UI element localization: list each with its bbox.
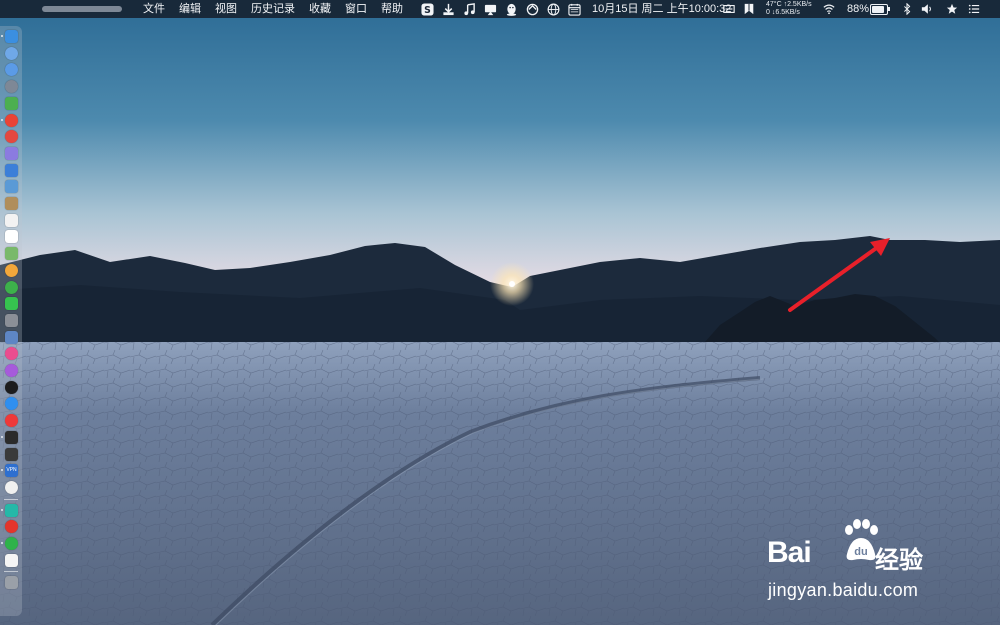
menu-edit[interactable]: 编辑	[172, 0, 208, 18]
menu-view[interactable]: 视图	[208, 0, 244, 18]
notes-app-icon[interactable]	[5, 146, 18, 160]
maps-icon[interactable]	[5, 247, 18, 261]
calendar-icon[interactable]	[567, 2, 581, 16]
podcasts-icon[interactable]	[5, 364, 18, 377]
svg-text:S: S	[424, 5, 431, 16]
upload-speed: ↑2.5KB/s	[783, 1, 812, 8]
display-icon[interactable]	[722, 2, 736, 16]
wechat-icon[interactable]	[5, 537, 18, 550]
watermark-url: jingyan.baidu.com	[768, 580, 919, 600]
qq-icon[interactable]	[504, 2, 518, 16]
watermark-brand: Bai	[767, 536, 812, 569]
android-studio-icon[interactable]	[5, 96, 18, 110]
contacts-icon[interactable]	[5, 197, 18, 210]
facetime-icon[interactable]	[5, 297, 18, 311]
system-prefs-icon[interactable]	[5, 313, 18, 327]
airdrop-icon[interactable]	[5, 330, 18, 344]
sogou-input-icon[interactable]: S	[420, 2, 434, 16]
sync-icon[interactable]	[525, 2, 539, 16]
annotation-arrow	[788, 238, 890, 312]
feishu-icon[interactable]	[5, 503, 18, 517]
activity-monitor-icon[interactable]	[5, 447, 18, 461]
apple-tv-icon[interactable]	[5, 380, 18, 394]
calendar-app-icon[interactable]	[5, 213, 18, 227]
dock-running-indicator	[1, 435, 3, 438]
globe-icon[interactable]	[546, 2, 560, 16]
dock-separator	[4, 498, 18, 500]
wifi-icon[interactable]	[822, 2, 836, 16]
dock: VPN	[0, 26, 22, 616]
menu-bar: 文件 编辑 视图 历史记录 收藏 窗口 帮助 S 10月15日 周二 上午10:…	[0, 0, 1000, 18]
baidu-jingyan-watermark: du Bai 经验 jingyan.baidu.com	[765, 516, 950, 606]
menu-help[interactable]: 帮助	[374, 0, 410, 18]
dock-running-indicator	[1, 469, 3, 472]
download-speed: ↓6.5KB/s	[771, 9, 800, 16]
app-name-redacted[interactable]	[42, 6, 122, 12]
menu-history[interactable]: 历史记录	[244, 0, 302, 18]
finder-icon[interactable]	[5, 30, 18, 43]
chrome-icon[interactable]	[5, 113, 18, 127]
xcode-icon[interactable]	[5, 163, 18, 177]
vpn-icon[interactable]: VPN	[5, 464, 18, 478]
list-icon[interactable]	[967, 2, 981, 16]
battery-level-fill	[872, 6, 884, 13]
docs-icon[interactable]	[5, 553, 18, 567]
reminders-icon[interactable]	[5, 230, 18, 244]
bookmark-icon[interactable]	[742, 2, 756, 16]
stat-zero: 0	[766, 9, 770, 16]
netease-music-icon[interactable]	[5, 520, 18, 534]
volume-icon[interactable]	[920, 2, 934, 16]
messages-icon[interactable]	[5, 280, 18, 294]
watermark-product: 经验	[875, 547, 923, 574]
launchpad-icon[interactable]	[5, 80, 18, 94]
battery-nub	[888, 7, 890, 11]
terminal-icon[interactable]	[5, 430, 18, 444]
dock-running-indicator	[1, 542, 3, 544]
music-icon[interactable]	[462, 2, 476, 16]
vivaldi-icon[interactable]	[5, 414, 18, 428]
preview-icon[interactable]	[5, 180, 18, 194]
yandex-icon[interactable]	[5, 480, 18, 494]
battery-percent[interactable]: 88%	[847, 0, 869, 18]
star-icon[interactable]	[945, 2, 959, 16]
screen-cast-icon[interactable]	[483, 2, 497, 16]
photos-icon[interactable]	[5, 263, 18, 277]
cpu-temperature: 47°C	[766, 1, 782, 8]
app-store-icon[interactable]	[5, 397, 18, 411]
menubar-clock[interactable]: 10月15日 周二 上午10:00:32	[592, 0, 731, 18]
itunes-icon[interactable]	[5, 347, 18, 361]
battery-icon[interactable]	[870, 4, 890, 15]
dock-running-indicator	[1, 118, 3, 121]
menu-favorites[interactable]: 收藏	[302, 0, 338, 18]
siri-icon[interactable]	[5, 46, 18, 60]
status-tray: S	[420, 0, 588, 18]
bluetooth-icon[interactable]	[900, 2, 914, 16]
system-stats[interactable]: 47°C ↑2.5KB/s 0 ↓6.5KB/s	[766, 1, 812, 17]
safari-icon[interactable]	[5, 63, 18, 77]
menu-file[interactable]: 文件	[136, 0, 172, 18]
trash-icon[interactable]	[5, 576, 18, 590]
app-menus: 文件 编辑 视图 历史记录 收藏 窗口 帮助	[136, 0, 410, 18]
dock-separator	[4, 571, 18, 573]
svg-text:du: du	[854, 546, 867, 558]
dock-running-indicator	[1, 508, 3, 511]
dock-running-indicator	[1, 35, 3, 37]
download-icon[interactable]	[441, 2, 455, 16]
music-app-icon[interactable]	[5, 130, 18, 144]
menu-window[interactable]: 窗口	[338, 0, 374, 18]
